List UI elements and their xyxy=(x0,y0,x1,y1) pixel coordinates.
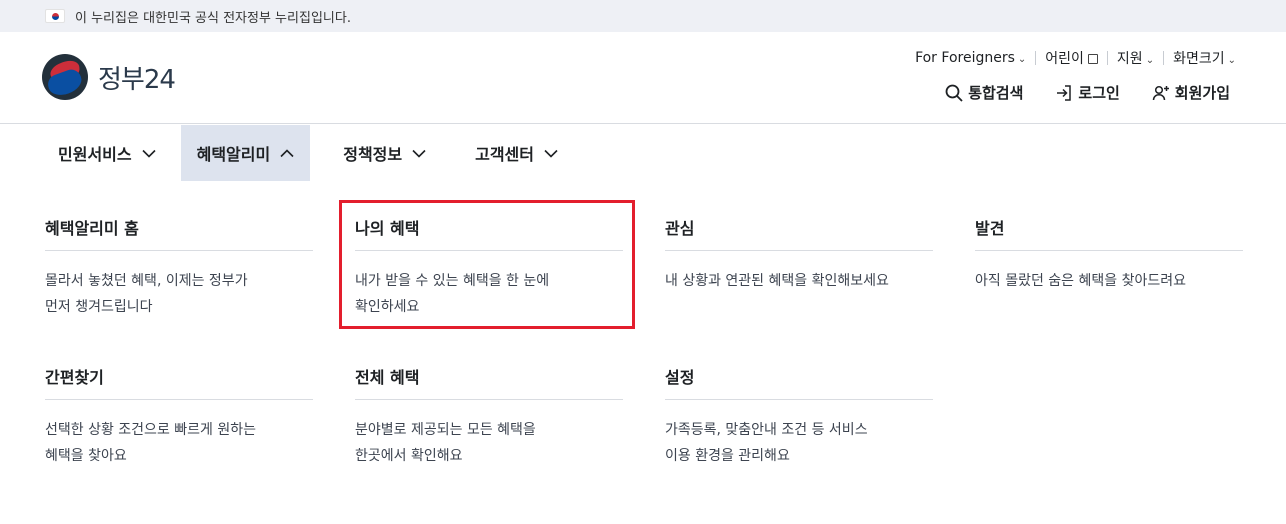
user-actions: 통합검색 로그인 회원가입 xyxy=(913,82,1230,103)
submenu-card[interactable]: 관심 내 상황과 연관된 혜택을 확인해보세요 xyxy=(665,215,933,294)
support-link[interactable]: 지원 ⌄ xyxy=(1117,48,1154,68)
highlight-box xyxy=(339,200,635,329)
login-icon xyxy=(1057,84,1072,101)
submenu-title[interactable]: 관심 xyxy=(665,215,933,251)
user-plus-icon xyxy=(1152,85,1169,100)
nav-benefit-alert[interactable]: 혜택알리미 xyxy=(180,125,311,181)
search-icon xyxy=(945,84,963,102)
submenu-card[interactable]: 설정 가족등록, 맞춤안내 조건 등 서비스 이용 환경을 관리해요 xyxy=(665,364,933,469)
gov-banner: 이 누리집은 대한민국 공식 전자정부 누리집입니다. xyxy=(0,0,1286,32)
divider xyxy=(1163,51,1165,65)
kids-link[interactable]: 어린이 xyxy=(1045,48,1098,68)
chevron-down-icon: ⌄ xyxy=(1017,54,1027,65)
taegeuk-logo-icon xyxy=(42,54,88,100)
logo-text: 정부24 xyxy=(98,64,176,95)
signup-label: 회원가입 xyxy=(1174,84,1230,102)
nav-policy-info[interactable]: 정책정보 xyxy=(327,125,442,181)
submenu-card[interactable]: 혜택알리미 홈 몰라서 놓쳤던 혜택, 이제는 정부가 먼저 챙겨드립니다 xyxy=(45,215,313,320)
chevron-down-icon: ⌄ xyxy=(1227,55,1236,66)
main-nav: 민원서비스 혜택알리미 정책정보 고객센터 xyxy=(0,125,1286,181)
gov-banner-text: 이 누리집은 대한민국 공식 전자정부 누리집입니다. xyxy=(75,10,351,26)
submenu-description: 아직 몰랐던 숨은 혜택을 찾아드려요 xyxy=(975,273,1186,289)
utility-links: For Foreigners ⌄ 어린이 지원 ⌄ 화면크기 ⌄ xyxy=(915,48,1236,68)
submenu-description: 선택한 상황 조건으로 빠르게 원하는 혜택을 찾아요 xyxy=(45,422,256,464)
divider xyxy=(1035,51,1037,65)
korea-flag-icon xyxy=(45,9,65,23)
chevron-down-icon xyxy=(412,149,426,158)
submenu-title[interactable]: 발견 xyxy=(975,215,1243,251)
nav-customer-center[interactable]: 고객센터 xyxy=(459,125,574,181)
login-button[interactable]: 로그인 xyxy=(1055,82,1120,103)
external-link-icon xyxy=(1087,54,1098,64)
submenu-description: 내 상황과 연관된 혜택을 확인해보세요 xyxy=(665,273,889,289)
chevron-up-icon xyxy=(280,148,294,157)
header: 정부24 For Foreigners ⌄ 어린이 지원 ⌄ 화면크기 ⌄ 통합검색 … xyxy=(0,32,1286,124)
screen-size-link[interactable]: 화면크기 ⌄ xyxy=(1173,48,1236,68)
divider xyxy=(1106,51,1108,65)
submenu-title[interactable]: 혜택알리미 홈 xyxy=(45,215,313,251)
submenu-card[interactable]: 전체 혜택 분야별로 제공되는 모든 혜택을 한곳에서 확인해요 xyxy=(355,364,623,469)
login-label: 로그인 xyxy=(1078,84,1120,102)
for-foreigners-link[interactable]: For Foreigners ⌄ xyxy=(915,50,1026,66)
submenu-card[interactable]: 간편찾기 선택한 상황 조건으로 빠르게 원하는 혜택을 찾아요 xyxy=(45,364,313,469)
submenu-card[interactable]: 발견 아직 몰랐던 숨은 혜택을 찾아드려요 xyxy=(975,215,1243,294)
submenu-description: 몰라서 놓쳤던 혜택, 이제는 정부가 먼저 챙겨드립니다 xyxy=(45,273,248,315)
submenu-title[interactable]: 설정 xyxy=(665,364,933,400)
submenu-description: 분야별로 제공되는 모든 혜택을 한곳에서 확인해요 xyxy=(355,422,536,464)
submenu-title[interactable]: 전체 혜택 xyxy=(355,364,623,400)
nav-civil-service[interactable]: 민원서비스 xyxy=(42,125,172,181)
signup-button[interactable]: 회원가입 xyxy=(1152,82,1230,103)
nav-label: 정책정보 xyxy=(343,145,403,164)
nav-label: 고객센터 xyxy=(475,145,534,164)
nav-label: 민원서비스 xyxy=(58,145,132,164)
nav-label: 혜택알리미 xyxy=(196,145,271,164)
benefit-submenu: 혜택알리미 홈 몰라서 놓쳤던 혜택, 이제는 정부가 먼저 챙겨드립니다 나의 … xyxy=(0,181,1286,524)
search-label: 통합검색 xyxy=(968,84,1024,102)
submenu-title[interactable]: 간편찾기 xyxy=(45,364,313,400)
chevron-down-icon xyxy=(142,149,156,158)
chevron-down-icon: ⌄ xyxy=(1145,55,1155,66)
search-button[interactable]: 통합검색 xyxy=(945,82,1023,103)
submenu-description: 가족등록, 맞춤안내 조건 등 서비스 이용 환경을 관리해요 xyxy=(665,422,868,464)
logo[interactable]: 정부24 xyxy=(42,54,176,100)
chevron-down-icon xyxy=(544,149,558,158)
